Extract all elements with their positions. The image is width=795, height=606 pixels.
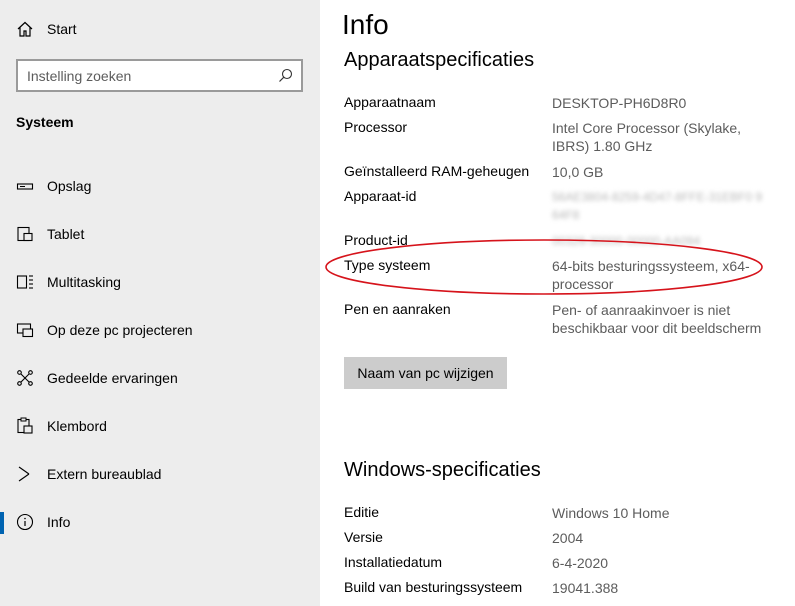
spec-value: Windows 10 Home	[552, 505, 670, 521]
spec-key: Processor	[344, 119, 408, 135]
main-content: Info Apparaatspecificaties Apparaatnaam …	[320, 0, 795, 606]
sidebar-item-projecteren[interactable]: Op deze pc projecteren	[0, 310, 320, 350]
sidebar: Start Systeem Opslag Tablet Multita	[0, 0, 320, 606]
device-specs-heading: Apparaatspecificaties	[344, 49, 535, 71]
spec-value: Intel Core Processor (Skylake, IBRS) 1.8…	[552, 120, 742, 154]
sidebar-item-label: Extern bureaublad	[47, 466, 162, 482]
search-input[interactable]	[18, 61, 273, 90]
spec-key: Geïnstalleerd RAM-geheugen	[344, 163, 530, 179]
sidebar-item-extern-bureaublad[interactable]: Extern bureaublad	[0, 454, 320, 494]
spec-key: Versie	[344, 529, 383, 545]
spec-value: 6-4-2020	[552, 555, 609, 571]
clipboard-icon	[17, 417, 33, 434]
home-label: Start	[47, 21, 77, 37]
shared-experiences-icon	[17, 370, 33, 386]
sidebar-item-label: Tablet	[47, 226, 85, 242]
highlight-ellipse	[325, 239, 763, 295]
sidebar-item-label: Klembord	[47, 418, 107, 434]
sidebar-item-label: Op deze pc projecteren	[47, 322, 193, 338]
multitasking-icon	[16, 275, 33, 289]
sidebar-item-opslag[interactable]: Opslag	[0, 166, 320, 206]
search-icon[interactable]	[278, 68, 293, 83]
sidebar-item-gedeelde-ervaringen[interactable]: Gedeelde ervaringen	[0, 358, 320, 398]
project-icon	[16, 323, 34, 338]
spec-key: Installatiedatum	[344, 554, 443, 570]
spec-key: Editie	[344, 504, 380, 520]
page-title: Info	[342, 9, 389, 40]
settings-search-box[interactable]	[16, 59, 303, 92]
info-icon	[16, 513, 34, 531]
spec-value: 2004	[552, 530, 584, 546]
sidebar-item-multitasking[interactable]: Multitasking	[0, 262, 320, 302]
spec-key: Apparaat-id	[344, 188, 417, 204]
spec-value: DESKTOP-PH6D8R0	[552, 95, 687, 111]
sidebar-item-info[interactable]: Info	[0, 502, 320, 542]
windows-specs-heading: Windows-specificaties	[344, 459, 541, 481]
home-icon	[17, 21, 33, 37]
remote-desktop-icon	[18, 466, 30, 482]
spec-value: 10,0 GB	[552, 164, 604, 180]
rename-pc-button[interactable]: Naam van pc wijzigen	[344, 357, 507, 389]
sidebar-item-label: Multitasking	[47, 274, 121, 290]
sidebar-item-label: Opslag	[47, 178, 92, 194]
spec-key: Build van besturingssysteem	[344, 579, 523, 595]
spec-key: Pen en aanraken	[344, 301, 451, 317]
sidebar-item-label: Info	[47, 514, 71, 530]
section-title: Systeem	[16, 114, 74, 130]
spec-key: Apparaatnaam	[344, 94, 436, 110]
spec-value-blurred: 56AE3804-8259-4D47-8FFE-31EBF0 964F8	[552, 190, 763, 222]
sidebar-item-klembord[interactable]: Klembord	[0, 406, 320, 446]
spec-value: 19041.388	[552, 580, 619, 596]
home-link[interactable]: Start	[0, 12, 320, 46]
tablet-icon	[17, 226, 33, 242]
spec-value: Pen- of aanraakinvoer is niet beschikbaa…	[552, 302, 762, 336]
sidebar-item-label: Gedeelde ervaringen	[47, 370, 178, 386]
sidebar-item-tablet[interactable]: Tablet	[0, 214, 320, 254]
active-indicator	[0, 512, 4, 534]
storage-icon	[16, 183, 34, 190]
